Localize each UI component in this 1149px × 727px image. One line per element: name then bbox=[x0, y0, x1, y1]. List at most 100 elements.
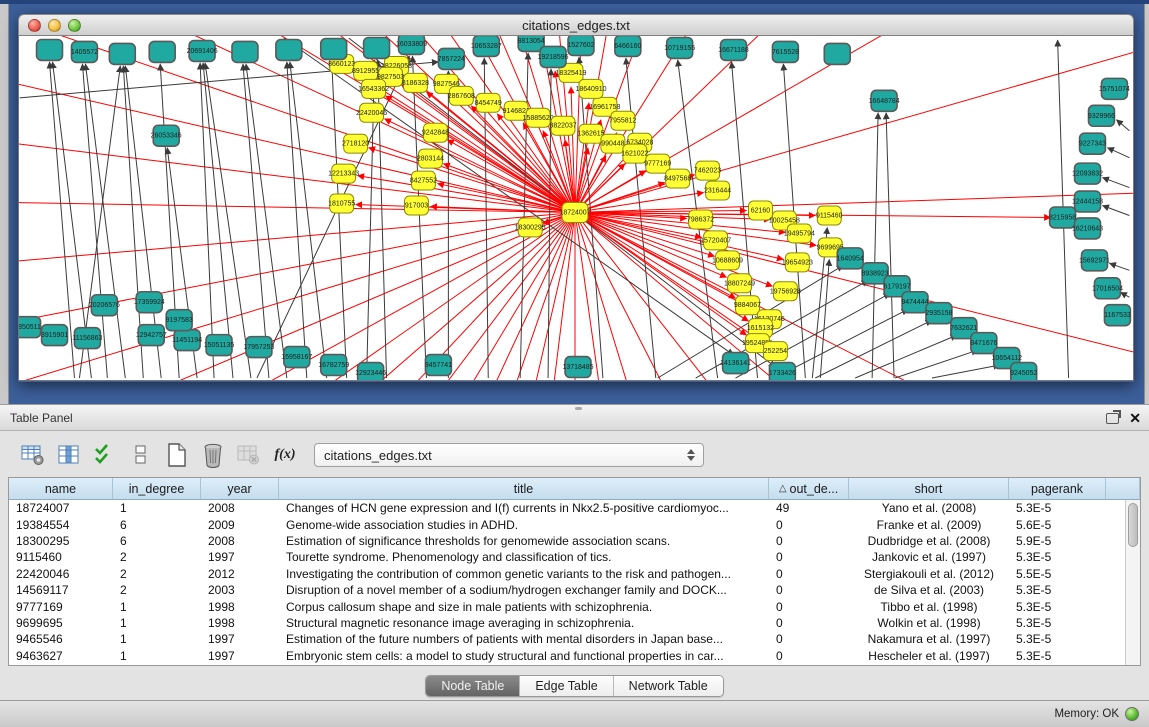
network-window-titlebar[interactable]: citations_edges.txt bbox=[18, 14, 1134, 36]
svg-text:16648784: 16648784 bbox=[869, 98, 900, 105]
table-row[interactable]: 1938455462009Genome-wide association stu… bbox=[9, 516, 1140, 532]
svg-text:18300295: 18300295 bbox=[515, 224, 546, 231]
cell-year: 2012 bbox=[201, 567, 279, 581]
column-header-out_de[interactable]: △out_de... bbox=[769, 478, 849, 500]
svg-text:10653287: 10653287 bbox=[471, 43, 502, 50]
minimize-window-button[interactable] bbox=[48, 19, 61, 32]
table-vertical-scrollbar[interactable] bbox=[1125, 500, 1140, 665]
status-bar: Memory: OK bbox=[0, 700, 1149, 727]
table-row[interactable]: 1872400712008Changes of HCN gene express… bbox=[9, 500, 1140, 516]
svg-text:7632621: 7632621 bbox=[950, 325, 977, 332]
column-header-name[interactable]: name bbox=[9, 478, 113, 500]
svg-text:15751074: 15751074 bbox=[1099, 86, 1130, 93]
svg-text:8938923: 8938923 bbox=[862, 270, 889, 277]
cell-out_de: 0 bbox=[769, 534, 849, 548]
cell-out_de: 0 bbox=[769, 600, 849, 614]
new-table-icon[interactable] bbox=[164, 443, 190, 467]
cell-pagerank: 5.9E-5 bbox=[1009, 534, 1106, 548]
cell-name: 22420046 bbox=[9, 567, 113, 581]
column-header-title[interactable]: title bbox=[279, 478, 769, 500]
node-table: namein_degreeyeartitle△out_de...shortpag… bbox=[8, 477, 1141, 666]
column-header-short[interactable]: short bbox=[849, 478, 1009, 500]
scrollbar-thumb[interactable] bbox=[1128, 503, 1138, 547]
table-row[interactable]: 2242004622012Investigating the contribut… bbox=[9, 566, 1140, 582]
close-panel-icon[interactable]: ✕ bbox=[1129, 411, 1141, 425]
cell-in_degree: 1 bbox=[113, 600, 201, 614]
panel-resize-handle[interactable] bbox=[575, 407, 582, 410]
background-window-edge-left bbox=[0, 4, 9, 408]
cell-title: Changes of HCN gene expression and I(f) … bbox=[279, 501, 769, 515]
svg-text:9197583: 9197583 bbox=[166, 317, 193, 324]
tab-network-table[interactable]: Network Table bbox=[614, 676, 723, 696]
cell-year: 1998 bbox=[201, 616, 279, 630]
show-column-icon[interactable] bbox=[56, 443, 82, 467]
svg-text:12213343: 12213343 bbox=[328, 171, 359, 178]
svg-text:917003: 917003 bbox=[405, 203, 428, 210]
cell-year: 1997 bbox=[201, 550, 279, 564]
cell-year: 2003 bbox=[201, 583, 279, 597]
svg-text:6179197: 6179197 bbox=[883, 283, 910, 290]
svg-text:17016504: 17016504 bbox=[1092, 285, 1123, 292]
svg-text:9115460: 9115460 bbox=[816, 212, 843, 219]
cell-name: 9465546 bbox=[9, 632, 113, 646]
svg-text:22420046: 22420046 bbox=[356, 110, 387, 117]
cell-short: Yano et al. (2008) bbox=[849, 501, 1009, 515]
column-header-pagerank[interactable]: pagerank bbox=[1009, 478, 1106, 500]
function-builder-icon[interactable]: f(x) bbox=[272, 443, 298, 467]
delete-table-disabled-icon bbox=[236, 443, 262, 467]
background-window-edge-right bbox=[1144, 4, 1149, 408]
table-row[interactable]: 911546021997Tourette syndrome. Phenomeno… bbox=[9, 549, 1140, 565]
cell-name: 9463627 bbox=[9, 649, 113, 663]
table-row[interactable]: 977716911998Corpus callosum shape and si… bbox=[9, 598, 1140, 614]
svg-text:8813054: 8813054 bbox=[518, 38, 545, 45]
network-canvas[interactable]: 8660123891295518226058982750381863281654… bbox=[18, 36, 1134, 381]
cell-year: 1998 bbox=[201, 600, 279, 614]
svg-text:8912955: 8912955 bbox=[352, 68, 379, 75]
cell-title: Corpus callosum shape and size in male p… bbox=[279, 600, 769, 614]
cell-out_de: 0 bbox=[769, 583, 849, 597]
table-selector-dropdown[interactable]: citations_edges.txt bbox=[314, 443, 704, 467]
cell-pagerank: 5.3E-5 bbox=[1009, 649, 1106, 663]
cell-title: Estimation of the future numbers of pati… bbox=[279, 632, 769, 646]
svg-text:18640910: 18640910 bbox=[575, 86, 606, 93]
delete-table-icon[interactable] bbox=[200, 443, 226, 467]
svg-text:6466160: 6466160 bbox=[614, 43, 641, 50]
table-row[interactable]: 1456911722003Disruption of a novel membe… bbox=[9, 582, 1140, 598]
table-row[interactable]: 1830029562008Estimation of significance … bbox=[9, 533, 1140, 549]
close-window-button[interactable] bbox=[28, 19, 41, 32]
column-header-in_degree[interactable]: in_degree bbox=[113, 478, 201, 500]
cell-year: 1997 bbox=[201, 632, 279, 646]
cell-pagerank: 5.3E-5 bbox=[1009, 501, 1106, 515]
svg-text:9329966: 9329966 bbox=[1088, 113, 1115, 120]
zoom-window-button[interactable] bbox=[68, 19, 81, 32]
svg-text:7857224: 7857224 bbox=[438, 56, 465, 63]
citation-network-graph[interactable]: 8660123891295518226058982750381863281654… bbox=[19, 36, 1133, 380]
svg-text:10688609: 10688609 bbox=[712, 257, 743, 264]
svg-text:8454749: 8454749 bbox=[475, 100, 502, 107]
table-settings-icon[interactable] bbox=[20, 443, 46, 467]
svg-text:7462023: 7462023 bbox=[694, 168, 721, 175]
float-panel-icon[interactable] bbox=[1106, 413, 1119, 424]
table-row[interactable]: 969969511998Structural magnetic resonanc… bbox=[9, 615, 1140, 631]
tab-node-table[interactable]: Node Table bbox=[426, 676, 520, 696]
svg-text:8186328: 8186328 bbox=[402, 80, 429, 87]
network-view-window[interactable]: citations_edges.txt 86601238912955182260… bbox=[18, 14, 1134, 382]
svg-text:1405572: 1405572 bbox=[71, 49, 98, 56]
cell-short: Wolkin et al. (1998) bbox=[849, 616, 1009, 630]
row-height-icon[interactable] bbox=[128, 443, 154, 467]
svg-text:2935158: 2935158 bbox=[925, 310, 952, 317]
select-all-icon[interactable] bbox=[92, 443, 118, 467]
table-row[interactable]: 946554611997Estimation of the future num… bbox=[9, 631, 1140, 647]
cell-name: 14569117 bbox=[9, 583, 113, 597]
svg-text:7955812: 7955812 bbox=[609, 118, 636, 125]
tab-edge-table[interactable]: Edge Table bbox=[520, 676, 613, 696]
table-panel-title: Table Panel bbox=[10, 411, 73, 425]
table-row[interactable]: 946362711997Embryonic stem cells: a mode… bbox=[9, 648, 1140, 664]
memory-status-indicator[interactable] bbox=[1125, 707, 1139, 721]
column-header-year[interactable]: year bbox=[201, 478, 279, 500]
svg-text:62160: 62160 bbox=[751, 207, 771, 214]
svg-text:15958167: 15958167 bbox=[281, 354, 312, 361]
column-header-filler bbox=[1106, 478, 1140, 500]
svg-text:2718120: 2718120 bbox=[342, 141, 369, 148]
svg-text:8660123: 8660123 bbox=[328, 61, 355, 68]
